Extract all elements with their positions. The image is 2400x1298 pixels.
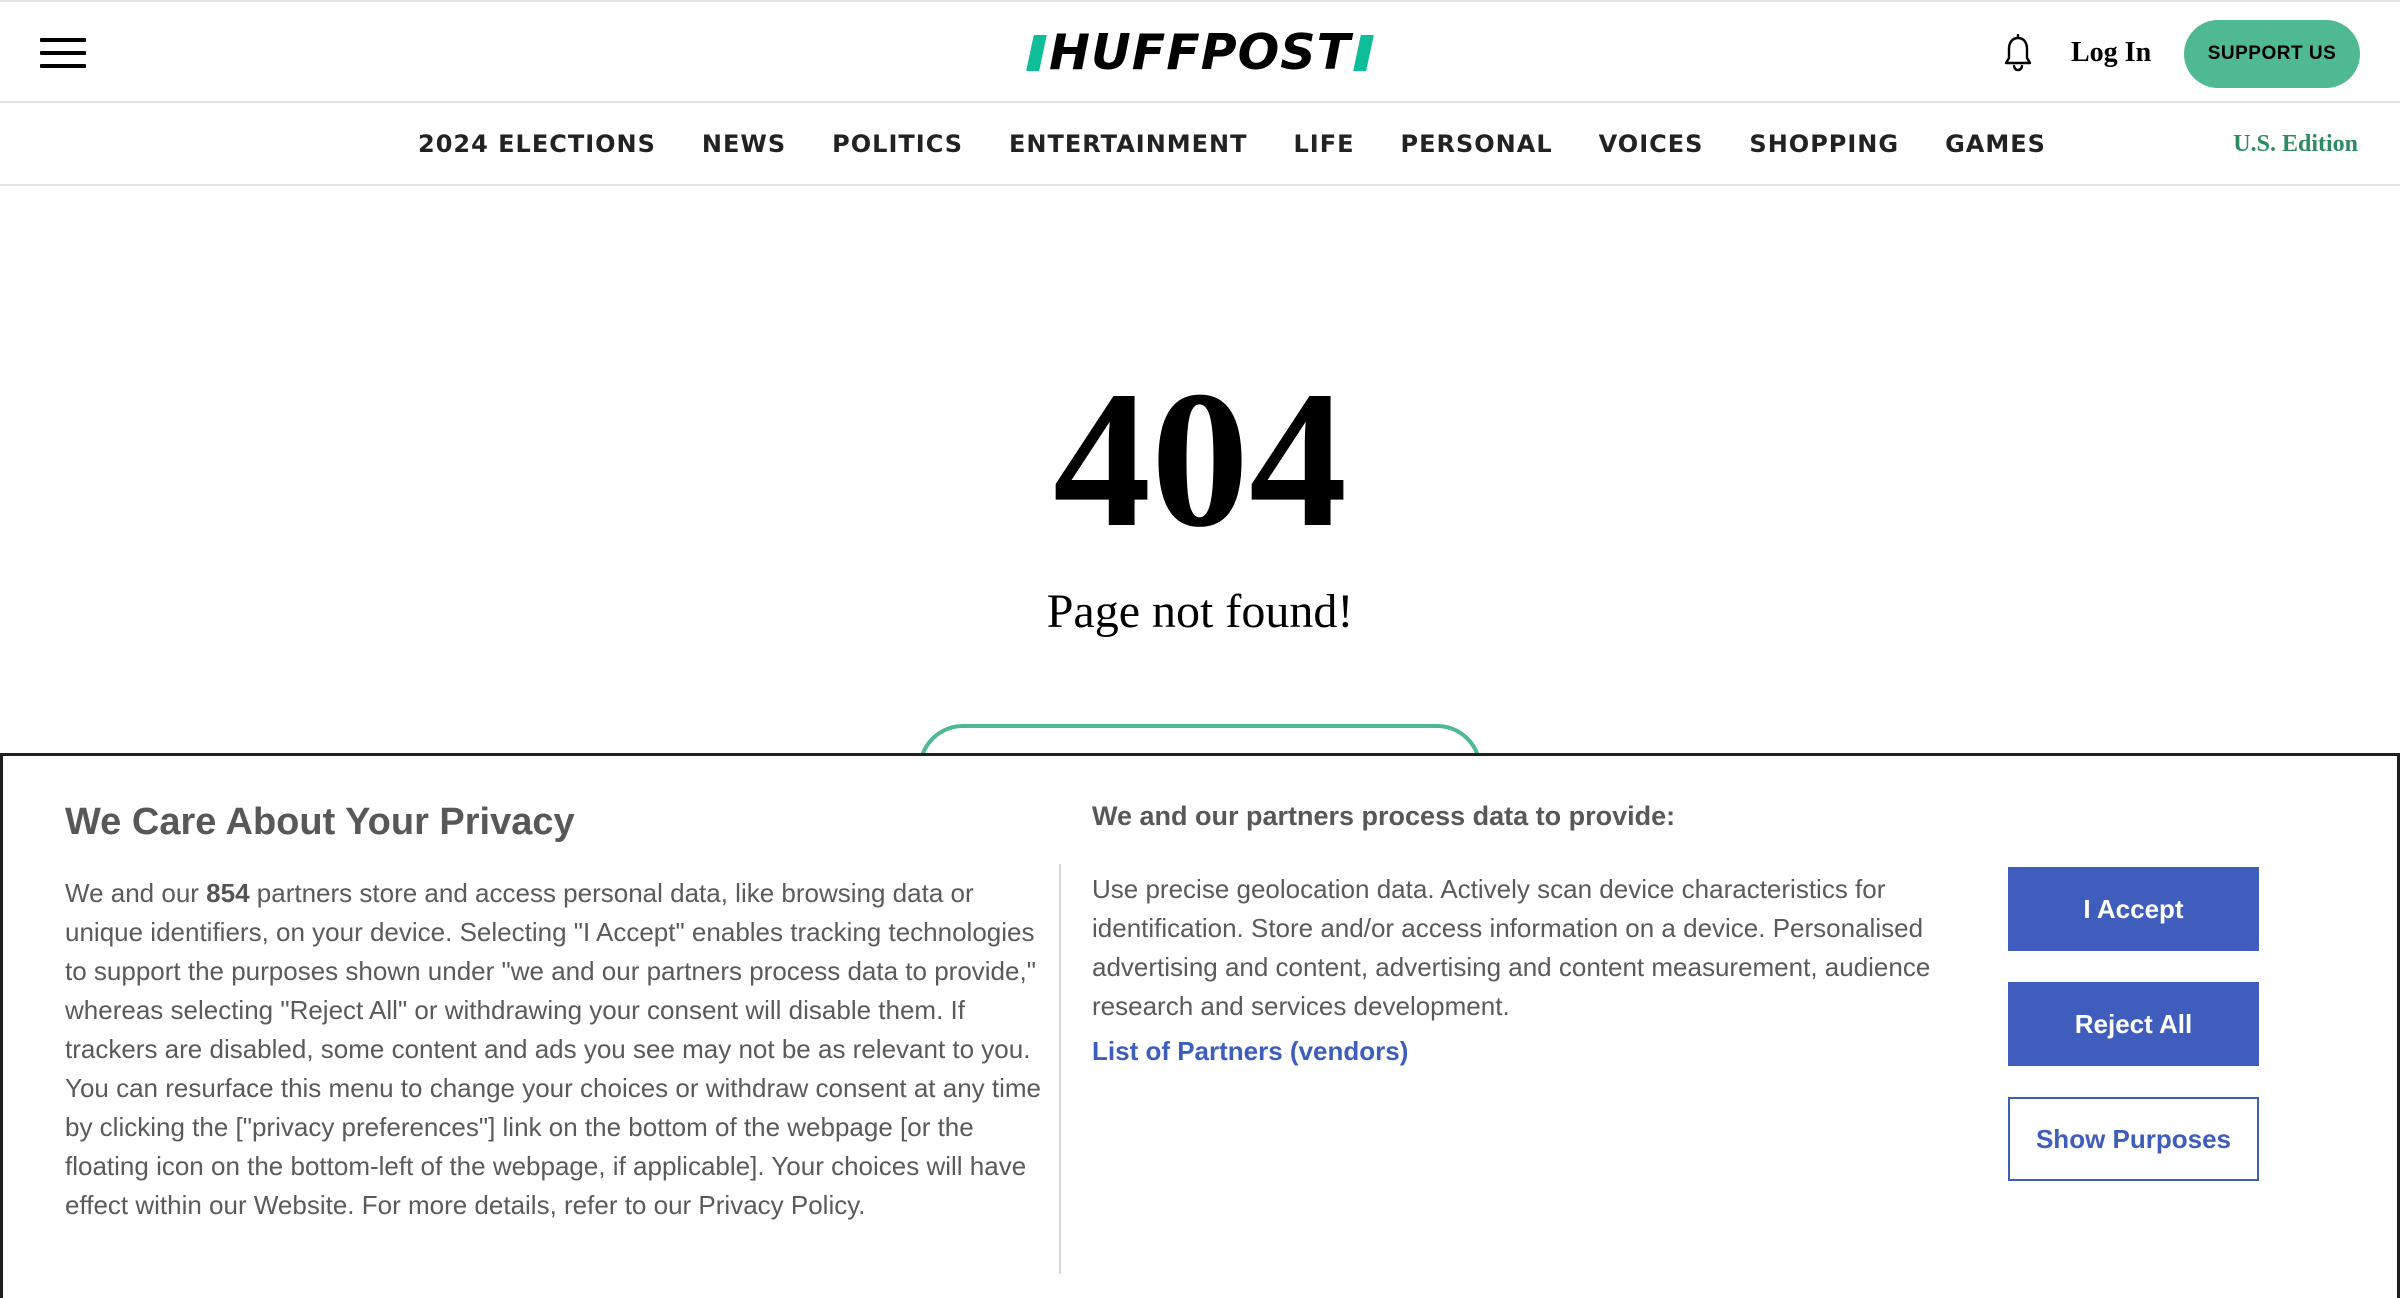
error-message: Page not found! xyxy=(1046,585,1354,638)
page: HUFFPOST Log In SUPPORT US 2024 ELECTION… xyxy=(0,0,2400,1298)
consent-description: We and our 854 partners store and access… xyxy=(65,878,1042,1220)
consent-divider xyxy=(1059,864,1061,1274)
login-link[interactable]: Log In xyxy=(2071,34,2151,72)
notification-bell-icon[interactable] xyxy=(2002,34,2034,72)
menu-icon[interactable] xyxy=(40,36,86,70)
nav-item-politics[interactable]: POLITICS xyxy=(832,130,963,158)
section-nav: 2024 ELECTIONS NEWS POLITICS ENTERTAINME… xyxy=(0,103,2400,186)
section-nav-list: 2024 ELECTIONS NEWS POLITICS ENTERTAINME… xyxy=(418,103,2092,184)
nav-item-life[interactable]: LIFE xyxy=(1294,130,1355,158)
reject-all-button[interactable]: Reject All xyxy=(2008,982,2259,1066)
nav-item-entertainment[interactable]: ENTERTAINMENT xyxy=(1009,130,1247,158)
site-header: HUFFPOST Log In SUPPORT US xyxy=(0,0,2400,103)
privacy-consent-banner: We Care About Your Privacy We and our 85… xyxy=(0,753,2400,1298)
consent-purposes: We and our partners process data to prov… xyxy=(1092,796,1962,1067)
logo-text: HUFFPOST xyxy=(1048,24,1352,81)
support-us-button[interactable]: SUPPORT US xyxy=(2184,20,2360,88)
consent-intro: We Care About Your Privacy We and our 85… xyxy=(65,794,1045,1225)
show-purposes-button[interactable]: Show Purposes xyxy=(2008,1097,2259,1181)
edition-selector[interactable]: U.S. Edition xyxy=(2233,127,2358,161)
purposes-description: Use precise geolocation data. Actively s… xyxy=(1092,874,1931,1021)
huffpost-logo[interactable]: HUFFPOST xyxy=(1026,24,1374,81)
accept-button[interactable]: I Accept xyxy=(2008,867,2259,951)
nav-item-personal[interactable]: PERSONAL xyxy=(1401,130,1553,158)
error-code: 404 xyxy=(1053,351,1347,568)
purposes-title: We and our partners process data to prov… xyxy=(1092,801,1676,831)
partners-list-link[interactable]: List of Partners (vendors) xyxy=(1092,1036,1408,1067)
nav-item-2024-elections[interactable]: 2024 ELECTIONS xyxy=(418,130,656,158)
partner-count: 854 xyxy=(206,878,250,908)
nav-item-games[interactable]: GAMES xyxy=(1945,130,2046,158)
nav-item-news[interactable]: NEWS xyxy=(702,130,786,158)
consent-title: We Care About Your Privacy xyxy=(65,801,575,843)
nav-item-shopping[interactable]: SHOPPING xyxy=(1749,130,1899,158)
nav-item-voices[interactable]: VOICES xyxy=(1599,130,1704,158)
